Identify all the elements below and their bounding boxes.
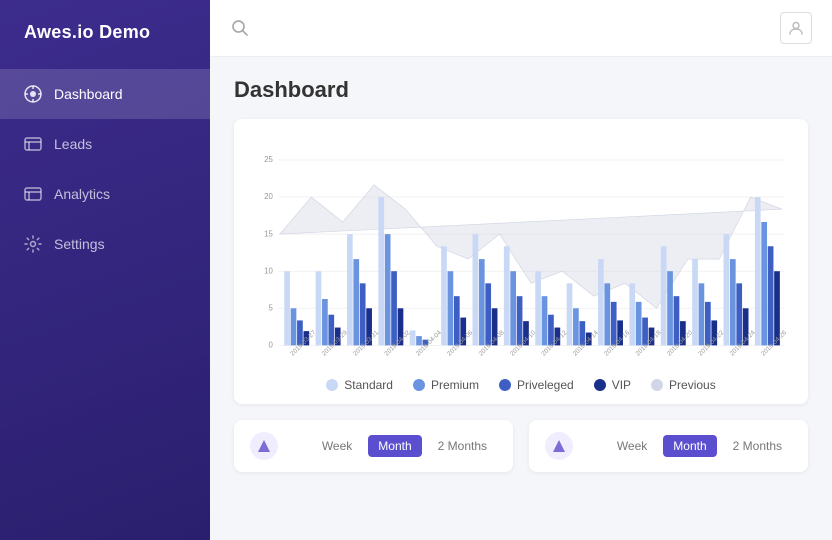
sidebar-item-label-leads: Leads [54,136,92,152]
chart-card: 0 5 10 15 20 25 [234,119,808,404]
sidebar-item-label-analytics: Analytics [54,186,110,202]
chart-wrap: 0 5 10 15 20 25 [250,135,792,368]
bar-chart: 0 5 10 15 20 25 [250,135,792,363]
legend-label-premium: Premium [431,378,479,392]
sidebar-nav: Dashboard Leads Analytics [0,69,210,269]
svg-text:10: 10 [264,266,273,275]
sidebar-item-analytics[interactable]: Analytics [0,169,210,219]
settings-icon [24,235,42,253]
svg-text:20: 20 [264,192,273,201]
legend-label-vip: VIP [612,378,631,392]
sidebar-item-dashboard[interactable]: Dashboard [0,69,210,119]
bottom-card-icon-right [545,432,573,460]
period-week-right[interactable]: Week [607,435,657,457]
period-2months-right[interactable]: 2 Months [723,435,792,457]
svg-text:15: 15 [264,229,273,238]
legend-dot-previous [651,379,663,391]
app-logo: Awes.io Demo [0,0,210,65]
content-area: Dashboard 0 5 10 15 [210,57,832,540]
period-month-left[interactable]: Month [368,435,421,457]
sidebar-item-settings[interactable]: Settings [0,219,210,269]
page-title: Dashboard [234,77,808,103]
bottom-card-right: Week Month 2 Months [529,420,808,472]
legend-previous: Previous [651,378,716,392]
topbar [210,0,832,57]
legend-vip: VIP [594,378,631,392]
legend-label-priveleged: Priveleged [517,378,574,392]
legend-dot-vip [594,379,606,391]
sidebar-item-label-dashboard: Dashboard [54,86,123,102]
bottom-row: Week Month 2 Months Week Month 2 Months [234,420,808,472]
chart-legend: Standard Premium Priveleged VIP Previous [250,368,792,392]
svg-text:25: 25 [264,155,273,164]
legend-premium: Premium [413,378,479,392]
dashboard-icon [24,85,42,103]
legend-dot-standard [326,379,338,391]
period-2months-left[interactable]: 2 Months [428,435,497,457]
svg-text:0: 0 [268,341,273,350]
user-avatar[interactable] [780,12,812,44]
bottom-card-icon-left [250,432,278,460]
search-button[interactable] [230,18,250,38]
period-tabs-left: Week Month 2 Months [312,435,497,457]
legend-label-previous: Previous [669,378,716,392]
legend-dot-priveleged [499,379,511,391]
legend-dot-premium [413,379,425,391]
sidebar: Awes.io Demo Dashboard [0,0,210,540]
sidebar-item-label-settings: Settings [54,236,105,252]
svg-text:5: 5 [268,303,273,312]
bar [284,271,290,345]
analytics-icon [24,185,42,203]
period-tabs-right: Week Month 2 Months [607,435,792,457]
leads-icon [24,135,42,153]
sidebar-item-leads[interactable]: Leads [0,119,210,169]
period-week-left[interactable]: Week [312,435,362,457]
bar [291,308,297,345]
legend-label-standard: Standard [344,378,393,392]
main-content: Dashboard 0 5 10 15 [210,0,832,540]
period-month-right[interactable]: Month [663,435,716,457]
bottom-card-left: Week Month 2 Months [234,420,513,472]
legend-priveleged: Priveleged [499,378,574,392]
legend-standard: Standard [326,378,393,392]
